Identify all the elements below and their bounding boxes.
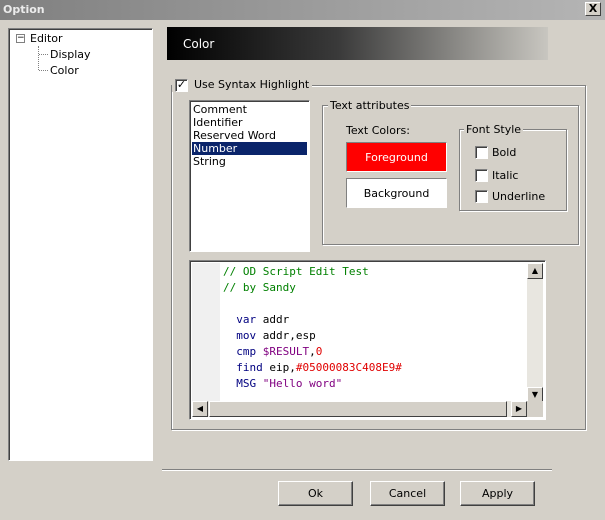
bold-label[interactable]: Bold (492, 146, 516, 159)
scroll-up-icon[interactable]: ▲ (527, 263, 543, 279)
list-item[interactable]: Identifier (192, 116, 307, 129)
page-title: Color (183, 37, 215, 51)
scroll-right-icon[interactable]: ▶ (511, 401, 527, 417)
tree-item-color[interactable]: Color (50, 64, 79, 77)
italic-label[interactable]: Italic (492, 169, 518, 182)
code-preview[interactable]: // OD Script Edit Test // by Sandy var ad… (189, 260, 546, 420)
token-list[interactable]: Comment Identifier Reserved Word Number Stri… (189, 100, 310, 252)
foreground-color-button[interactable]: Foreground (346, 142, 447, 172)
button-separator (162, 469, 552, 471)
underline-checkbox[interactable] (475, 190, 488, 203)
italic-checkbox[interactable] (475, 169, 488, 182)
underline-label[interactable]: Underline (492, 190, 545, 203)
bold-checkbox[interactable] (475, 146, 488, 159)
close-button[interactable]: X (585, 2, 601, 16)
page-header: Color (167, 27, 548, 60)
scroll-left-icon[interactable]: ◀ (192, 401, 208, 417)
syntax-highlight-checkbox[interactable]: ✓ (175, 79, 188, 92)
cancel-button[interactable]: Cancel (370, 481, 445, 506)
text-colors-label: Text Colors: (346, 124, 410, 137)
list-item[interactable]: Reserved Word (192, 129, 307, 142)
vertical-scrollbar[interactable]: ▲ ▼ (527, 263, 543, 403)
background-color-button[interactable]: Background (346, 178, 447, 208)
code-line: find eip,#05000083C408E9# (223, 361, 402, 374)
text-attributes-label: Text attributes (328, 99, 412, 112)
title-bar: Option X (0, 0, 605, 20)
close-icon: X (588, 2, 598, 15)
scroll-corner (527, 401, 543, 417)
collapse-icon[interactable]: − (16, 34, 25, 43)
tree-item-editor[interactable]: Editor (30, 32, 63, 45)
options-tree[interactable]: − Editor Display Color (8, 28, 153, 461)
code-line: // OD Script Edit Test (223, 265, 369, 278)
syntax-highlight-label[interactable]: Use Syntax Highlight (192, 78, 312, 91)
font-style-label: Font Style (464, 123, 524, 136)
horizontal-scrollbar[interactable]: ◀ ▶ (192, 401, 527, 417)
ok-button[interactable]: Ok (278, 481, 353, 506)
code-line: var addr (223, 313, 290, 326)
horizontal-scroll-thumb[interactable] (209, 401, 507, 417)
list-item[interactable]: Comment (192, 103, 307, 116)
window-title: Option (3, 3, 45, 16)
list-item[interactable]: String (192, 155, 307, 168)
list-item[interactable]: Number (192, 142, 307, 155)
background-label: Background (363, 186, 430, 200)
code-line: // by Sandy (223, 281, 296, 294)
editor-gutter (192, 263, 220, 403)
foreground-label: Foreground (365, 150, 428, 164)
code-line: MSG "Hello word" (223, 377, 343, 390)
syntax-checkbox-row[interactable]: ✓ Use Syntax Highlight (172, 78, 312, 92)
code-line: cmp $RESULT,0 (223, 345, 323, 358)
apply-button[interactable]: Apply (460, 481, 535, 506)
code-line: mov addr,esp (223, 329, 316, 342)
tree-item-display[interactable]: Display (50, 48, 91, 61)
